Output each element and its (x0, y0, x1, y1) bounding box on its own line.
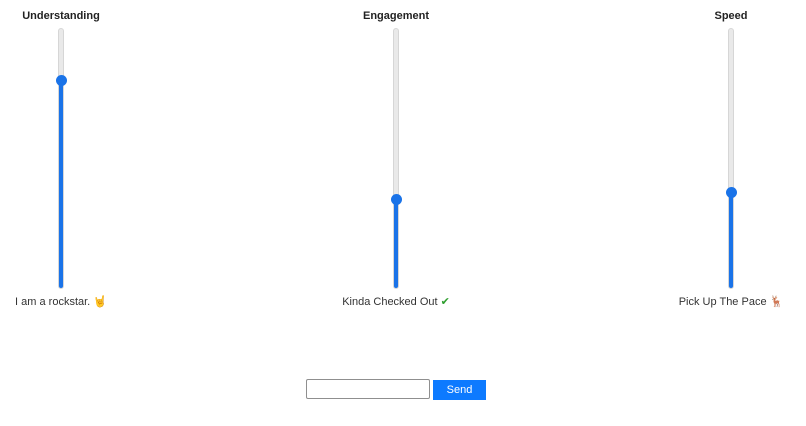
message-input[interactable] (306, 379, 430, 399)
understanding-slider-track[interactable] (55, 28, 67, 289)
deer-icon: 🦌 (769, 296, 784, 308)
speed-caption-text: Pick Up The Pace (678, 296, 767, 308)
speed-caption: Pick Up The Pace 🦌 (651, 295, 806, 308)
engagement-slider-thumb[interactable] (390, 194, 402, 206)
engagement-slider-track[interactable] (390, 28, 402, 289)
speed-slider-fill (729, 192, 733, 288)
rock-on-hand-icon: 🤘 (93, 296, 107, 308)
understanding-caption-text: I am a rockstar. (15, 296, 91, 308)
understanding-slider-thumb[interactable] (55, 75, 67, 87)
slider-title-engagement: Engagement (362, 10, 429, 22)
send-button[interactable]: Send (433, 380, 486, 400)
engagement-slider-fill (394, 199, 398, 288)
checkmark-icon: ✔ (440, 296, 450, 308)
slider-title-understanding: Understanding (22, 10, 100, 22)
speed-slider-track[interactable] (725, 28, 737, 289)
engagement-caption-text: Kinda Checked Out (342, 296, 438, 308)
speed-slider-thumb[interactable] (725, 186, 737, 198)
slider-title-speed: Speed (714, 10, 748, 22)
understanding-caption: I am a rockstar. 🤘 (0, 295, 141, 308)
engagement-caption: Kinda Checked Out ✔ (316, 295, 476, 308)
understanding-slider-fill (59, 80, 63, 288)
